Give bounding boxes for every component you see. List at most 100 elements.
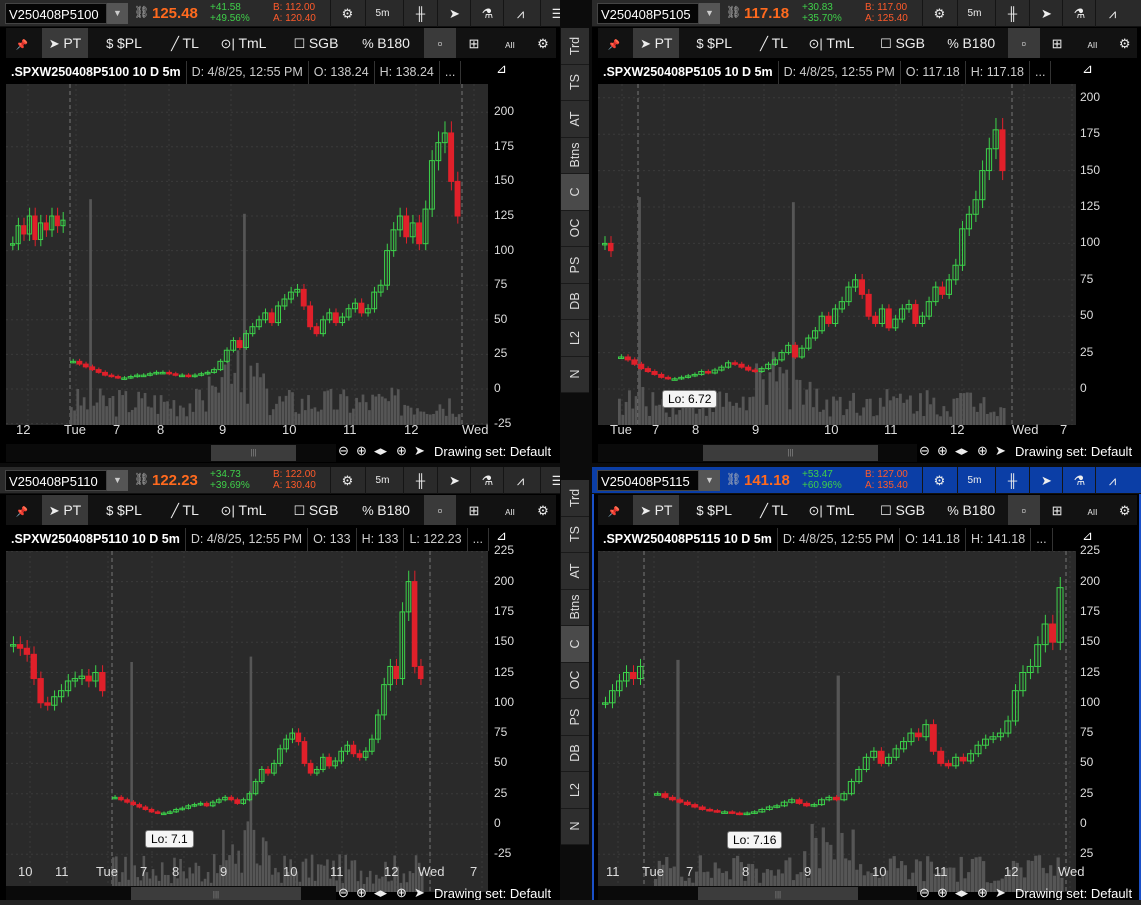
- drawings-icon[interactable]: ⩘: [503, 467, 537, 494]
- menu-icon[interactable]: ☰: [540, 0, 560, 27]
- horizontal-scrollbar[interactable]: |||: [598, 444, 917, 462]
- drawing-set-selector[interactable]: Drawing set: Default: [434, 444, 551, 459]
- interval-button[interactable]: 5m: [957, 0, 991, 27]
- chart-settings-button[interactable]: ⚙: [528, 495, 558, 525]
- timeline-tool-button[interactable]: ⊙| TmL: [211, 495, 276, 525]
- drawing-set-selector[interactable]: Drawing set: Default: [1015, 444, 1132, 459]
- side-tab-trd[interactable]: Trd: [561, 480, 589, 517]
- sgb-tool-button[interactable]: ☐ SGB: [281, 28, 351, 58]
- all-button[interactable]: AII: [494, 28, 526, 58]
- side-tab-ps[interactable]: PS: [561, 699, 589, 736]
- cursor-icon[interactable]: ➤: [414, 443, 425, 459]
- symbol-input[interactable]: V250408P5115: [597, 470, 699, 491]
- zoom-out-icon[interactable]: ⊖: [919, 885, 930, 901]
- gear-icon[interactable]: ⚙: [330, 467, 364, 494]
- sgb-tool-button[interactable]: ☐ SGB: [868, 28, 938, 58]
- cursor-icon[interactable]: ➤: [437, 0, 471, 27]
- zoom-out-icon[interactable]: ⊖: [338, 443, 349, 459]
- studies-flask-icon[interactable]: ⚗: [1062, 0, 1096, 27]
- link-icon[interactable]: ⛓: [726, 472, 741, 486]
- side-tab-n[interactable]: N: [561, 357, 589, 393]
- cursor-icon[interactable]: ➤: [995, 885, 1006, 901]
- chart-settings-button[interactable]: ⚙: [1110, 495, 1140, 525]
- single-layout-button[interactable]: ▫: [424, 495, 456, 525]
- all-button[interactable]: AII: [1076, 28, 1108, 58]
- zoom-out-icon[interactable]: ⊖: [338, 885, 349, 901]
- interval-button[interactable]: 5m: [365, 0, 399, 27]
- grid-layout-button[interactable]: ⊞: [458, 495, 490, 525]
- side-tab-oc[interactable]: OC: [561, 211, 589, 247]
- b180-tool-button[interactable]: % B180: [351, 28, 421, 58]
- trendline-tool-button[interactable]: ╱ TL: [745, 495, 803, 525]
- side-tab-db[interactable]: DB: [561, 284, 589, 320]
- pl-tool-button[interactable]: $ $PL: [96, 28, 152, 58]
- grid-layout-button[interactable]: ⊞: [458, 28, 490, 58]
- drawings-icon[interactable]: ⩘: [1095, 467, 1129, 494]
- side-tab-l2[interactable]: L2: [561, 320, 589, 357]
- gear-icon[interactable]: ⚙: [922, 467, 956, 494]
- side-tab-c[interactable]: C: [561, 626, 589, 663]
- timeline-tool-button[interactable]: ⊙| TmL: [799, 28, 864, 58]
- symbol-dropdown-button[interactable]: ▼: [699, 3, 720, 24]
- gear-icon[interactable]: ⚙: [330, 0, 364, 27]
- price-chart[interactable]: [6, 84, 488, 425]
- side-tab-at[interactable]: AT: [561, 553, 589, 590]
- zoom-in-icon[interactable]: ⊕: [937, 885, 948, 901]
- scrollbar-thumb[interactable]: |||: [703, 445, 878, 461]
- info-more[interactable]: ...: [440, 61, 462, 84]
- side-tab-ps[interactable]: PS: [561, 247, 589, 284]
- sgb-tool-button[interactable]: ☐ SGB: [281, 495, 351, 525]
- price-chart[interactable]: [598, 84, 1076, 425]
- pin-button[interactable]: 📌: [598, 28, 630, 58]
- horizontal-scrollbar[interactable]: |||: [6, 444, 336, 462]
- b180-tool-button[interactable]: % B180: [936, 495, 1006, 525]
- side-tab-at[interactable]: AT: [561, 101, 589, 138]
- candle-style-icon[interactable]: ╫: [403, 0, 437, 27]
- cursor-icon[interactable]: ➤: [414, 885, 425, 901]
- cursor-icon[interactable]: ➤: [1029, 0, 1063, 27]
- pan-icon[interactable]: ◂▸: [955, 443, 968, 459]
- single-layout-button[interactable]: ▫: [1007, 495, 1040, 525]
- cursor-icon[interactable]: ➤: [1029, 467, 1063, 494]
- symbol-dropdown-button[interactable]: ▼: [107, 470, 128, 491]
- pointer-tool-button[interactable]: ➤ PT: [633, 28, 680, 58]
- candle-style-icon[interactable]: ╫: [995, 467, 1029, 494]
- drawings-icon[interactable]: ⩘: [503, 0, 537, 27]
- side-tab-btns[interactable]: Btns: [561, 138, 589, 174]
- b180-tool-button[interactable]: % B180: [936, 28, 1006, 58]
- price-chart[interactable]: [6, 551, 488, 892]
- drawings-icon[interactable]: ⩘: [1095, 0, 1129, 27]
- link-icon[interactable]: ⛓: [134, 5, 149, 19]
- pointer-tool-button[interactable]: ➤ PT: [42, 495, 88, 525]
- pin-button[interactable]: 📌: [6, 495, 38, 525]
- symbol-input[interactable]: V250408P5105: [597, 3, 699, 24]
- side-tab-db[interactable]: DB: [561, 736, 589, 772]
- sgb-tool-button[interactable]: ☐ SGB: [868, 495, 938, 525]
- drawing-set-selector[interactable]: Drawing set: Default: [1015, 886, 1132, 901]
- price-slice-icon[interactable]: ⊿: [1082, 61, 1093, 77]
- all-button[interactable]: AII: [1076, 495, 1108, 525]
- side-tab-c[interactable]: C: [561, 174, 589, 211]
- trendline-tool-button[interactable]: ╱ TL: [745, 28, 803, 58]
- symbol-dropdown-button[interactable]: ▼: [699, 470, 720, 491]
- side-tab-n[interactable]: N: [561, 809, 589, 845]
- symbol-input[interactable]: V250408P5110: [5, 470, 107, 491]
- zoom-in-icon[interactable]: ⊕: [356, 443, 367, 459]
- info-more[interactable]: ...: [468, 528, 489, 551]
- symbol-dropdown-button[interactable]: ▼: [107, 3, 128, 24]
- studies-flask-icon[interactable]: ⚗: [470, 0, 504, 27]
- menu-icon[interactable]: ☰: [540, 467, 560, 494]
- pan-icon[interactable]: ◂▸: [374, 885, 387, 901]
- price-slice-icon[interactable]: ⊿: [1082, 528, 1093, 544]
- candle-style-icon[interactable]: ╫: [995, 0, 1029, 27]
- all-button[interactable]: AII: [494, 495, 526, 525]
- chart-settings-button[interactable]: ⚙: [528, 28, 558, 58]
- price-slice-icon[interactable]: ⊿: [496, 61, 507, 77]
- symbol-input[interactable]: V250408P5100: [5, 3, 107, 24]
- pointer-tool-button[interactable]: ➤ PT: [42, 28, 88, 58]
- side-tab-oc[interactable]: OC: [561, 663, 589, 699]
- scrollbar-thumb[interactable]: |||: [211, 445, 296, 461]
- timeline-tool-button[interactable]: ⊙| TmL: [799, 495, 864, 525]
- cursor-icon[interactable]: ➤: [995, 443, 1006, 459]
- zoom-in-icon[interactable]: ⊕: [356, 885, 367, 901]
